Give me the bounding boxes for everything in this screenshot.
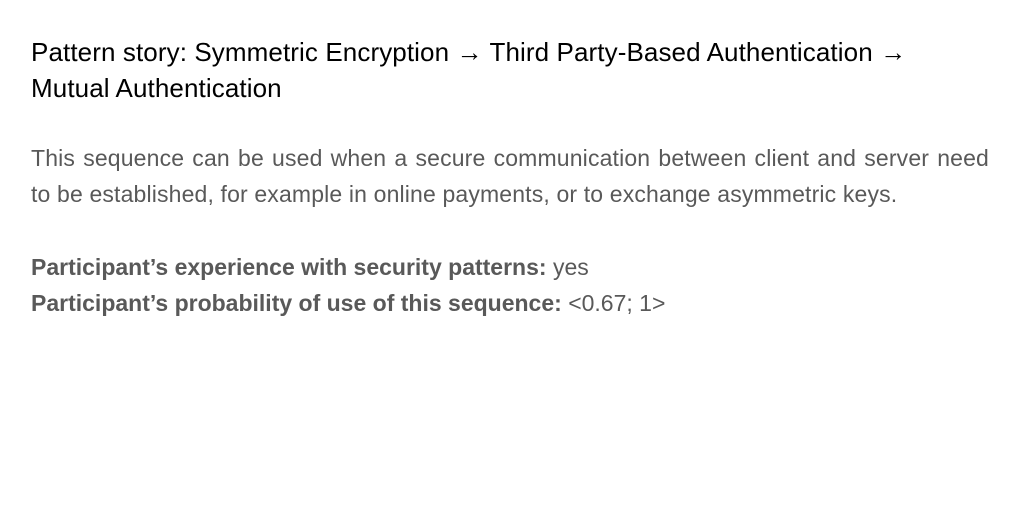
probability-label: Participant’s probability of use of this… (31, 290, 562, 316)
sequence-description: This sequence can be used when a secure … (31, 145, 989, 207)
participant-facts: Participant’s experience with security p… (31, 249, 989, 321)
slide-content: Pattern story: Symmetric Encryption → Th… (31, 34, 989, 321)
experience-row: Participant’s experience with security p… (31, 249, 989, 285)
pattern-story-title: Pattern story: Symmetric Encryption → Th… (31, 37, 907, 103)
probability-value: <0.67; 1> (568, 290, 666, 316)
probability-row: Participant’s probability of use of this… (31, 285, 989, 321)
experience-label: Participant’s experience with security p… (31, 254, 547, 280)
experience-value: yes (552, 254, 589, 280)
